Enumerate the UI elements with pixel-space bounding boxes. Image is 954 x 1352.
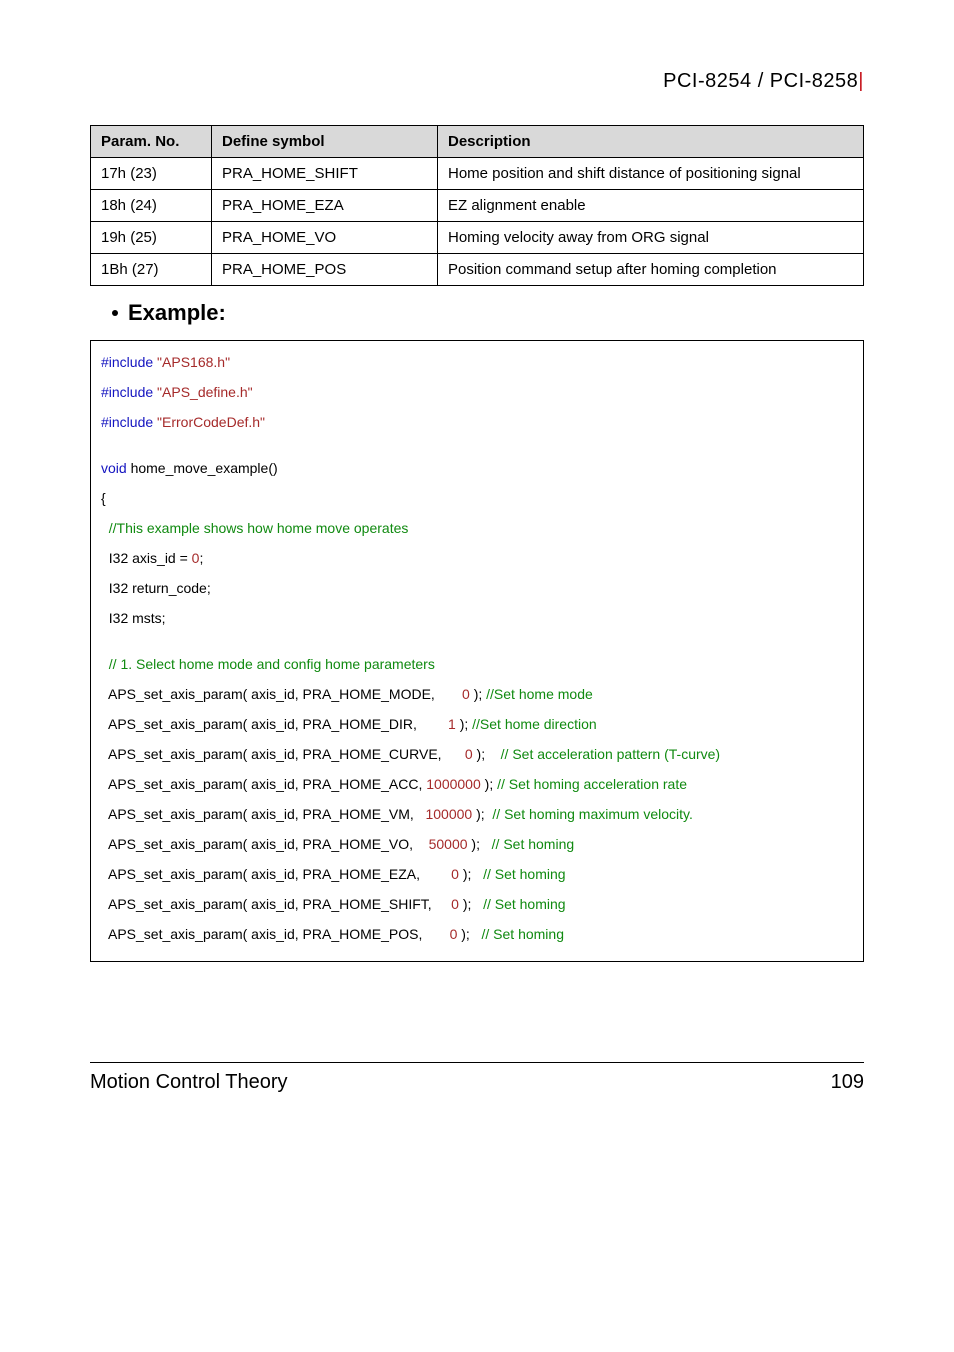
code-text: APS_set_axis_param( axis_id, PRA_HOME_SH… [101, 896, 436, 912]
cell-desc: Homing velocity away from ORG signal [438, 222, 864, 254]
code-comment: // 1. Select home mode and config home p… [101, 657, 853, 671]
cell-param-no: 18h (24) [91, 190, 212, 222]
code-comment: //Set home mode [486, 686, 593, 702]
page-footer: Motion Control Theory 109 [90, 1062, 864, 1094]
code-text: I32 axis_id = [101, 550, 192, 566]
table-row: 1Bh (27) PRA_HOME_POS Position command s… [91, 254, 864, 286]
cell-define: PRA_HOME_SHIFT [212, 158, 438, 190]
code-text: APS_set_axis_param( axis_id, PRA_HOME_EZ… [101, 866, 424, 882]
code-comment: // Set acceleration pattern (T-curve) [501, 746, 720, 762]
code-line: APS_set_axis_param( axis_id, PRA_HOME_DI… [101, 717, 853, 731]
code-line: I32 msts; [101, 611, 853, 625]
cell-param-no: 19h (25) [91, 222, 212, 254]
cell-define: PRA_HOME_EZA [212, 190, 438, 222]
code-text: APS_set_axis_param( axis_id, PRA_HOME_VO… [101, 836, 417, 852]
th-define-symbol: Define symbol [212, 126, 438, 158]
cell-param-no: 1Bh (27) [91, 254, 212, 286]
code-text: APS_set_axis_param( axis_id, PRA_HOME_VM… [101, 806, 418, 822]
code-line: I32 return_code; [101, 581, 853, 595]
kw-include: #include [101, 384, 153, 400]
code-line: APS_set_axis_param( axis_id, PRA_HOME_VM… [101, 807, 853, 821]
code-line: APS_set_axis_param( axis_id, PRA_HOME_EZ… [101, 867, 853, 881]
str-include: "APS168.h" [153, 354, 230, 370]
code-line: { [101, 491, 853, 505]
code-comment: // Set homing [492, 836, 575, 852]
kw-include: #include [101, 414, 153, 430]
code-line: APS_set_axis_param( axis_id, PRA_HOME_PO… [101, 927, 853, 941]
example-heading: Example: [112, 300, 864, 326]
kw-include: #include [101, 354, 153, 370]
code-block: #include "APS168.h" #include "APS_define… [90, 340, 864, 962]
table-row: 18h (24) PRA_HOME_EZA EZ alignment enabl… [91, 190, 864, 222]
code-number: 0 [436, 896, 459, 912]
code-line: I32 axis_id = 0; [101, 551, 853, 565]
code-text: APS_set_axis_param( axis_id, PRA_HOME_CU… [101, 746, 445, 762]
footer-page-number: 109 [831, 1071, 864, 1094]
code-number: 1 [421, 716, 456, 732]
code-text: APS_set_axis_param( axis_id, PRA_HOME_PO… [101, 926, 426, 942]
code-line: APS_set_axis_param( axis_id, PRA_HOME_VO… [101, 837, 853, 851]
code-comment: // Set homing maximum velocity. [492, 806, 692, 822]
code-text: ); [481, 776, 497, 792]
code-text: ); [468, 836, 492, 852]
code-number: 50000 [417, 836, 468, 852]
code-text: ); [472, 806, 492, 822]
example-label: Example: [128, 300, 226, 326]
code-comment: // Set homing [483, 896, 566, 912]
bullet-icon [112, 310, 118, 316]
cell-param-no: 17h (23) [91, 158, 212, 190]
code-text: ; [199, 550, 203, 566]
cell-define: PRA_HOME_POS [212, 254, 438, 286]
footer-left: Motion Control Theory [90, 1071, 288, 1094]
code-comment: //Set home direction [472, 716, 597, 732]
code-text: APS_set_axis_param( axis_id, PRA_HOME_DI… [101, 716, 421, 732]
code-text: ); [456, 716, 472, 732]
code-number: 100000 [418, 806, 473, 822]
code-comment: //This example shows how home move opera… [101, 521, 853, 535]
code-text: APS_set_axis_param( axis_id, PRA_HOME_AC… [101, 776, 426, 792]
code-line: APS_set_axis_param( axis_id, PRA_HOME_AC… [101, 777, 853, 791]
code-line: #include "APS168.h" [101, 355, 853, 369]
code-text: ); [457, 926, 481, 942]
code-number: 0 [426, 926, 457, 942]
param-table: Param. No. Define symbol Description 17h… [90, 125, 864, 286]
code-number: 0 [424, 866, 459, 882]
code-number: 0 [439, 686, 470, 702]
table-row: 17h (23) PRA_HOME_SHIFT Home position an… [91, 158, 864, 190]
code-number: 0 [445, 746, 472, 762]
code-text: ); [470, 686, 486, 702]
code-number: 1000000 [426, 776, 481, 792]
table-row: 19h (25) PRA_HOME_VO Homing velocity awa… [91, 222, 864, 254]
code-comment: // Set homing [482, 926, 565, 942]
code-line: APS_set_axis_param( axis_id, PRA_HOME_SH… [101, 897, 853, 911]
code-line: APS_set_axis_param( axis_id, PRA_HOME_CU… [101, 747, 853, 761]
header-title: PCI-8254 / PCI-8258 [663, 70, 858, 92]
cell-desc: EZ alignment enable [438, 190, 864, 222]
cell-desc: Position command setup after homing comp… [438, 254, 864, 286]
code-text: ); [473, 746, 501, 762]
code-text: ); [459, 896, 483, 912]
cell-define: PRA_HOME_VO [212, 222, 438, 254]
th-description: Description [438, 126, 864, 158]
code-line: APS_set_axis_param( axis_id, PRA_HOME_MO… [101, 687, 853, 701]
str-include: "ErrorCodeDef.h" [153, 414, 265, 430]
th-param-no: Param. No. [91, 126, 212, 158]
code-line: void home_move_example() [101, 461, 853, 475]
page-header: PCI-8254 / PCI-8258| [90, 70, 864, 93]
fn-name: home_move_example() [127, 460, 278, 476]
cell-desc: Home position and shift distance of posi… [438, 158, 864, 190]
code-line: #include "ErrorCodeDef.h" [101, 415, 853, 429]
header-bar: | [858, 70, 864, 92]
code-comment: // Set homing [483, 866, 566, 882]
table-header-row: Param. No. Define symbol Description [91, 126, 864, 158]
code-text: APS_set_axis_param( axis_id, PRA_HOME_MO… [101, 686, 439, 702]
str-include: "APS_define.h" [153, 384, 252, 400]
kw-void: void [101, 460, 127, 476]
code-line: #include "APS_define.h" [101, 385, 853, 399]
code-comment: // Set homing acceleration rate [497, 776, 687, 792]
code-text: ); [459, 866, 483, 882]
